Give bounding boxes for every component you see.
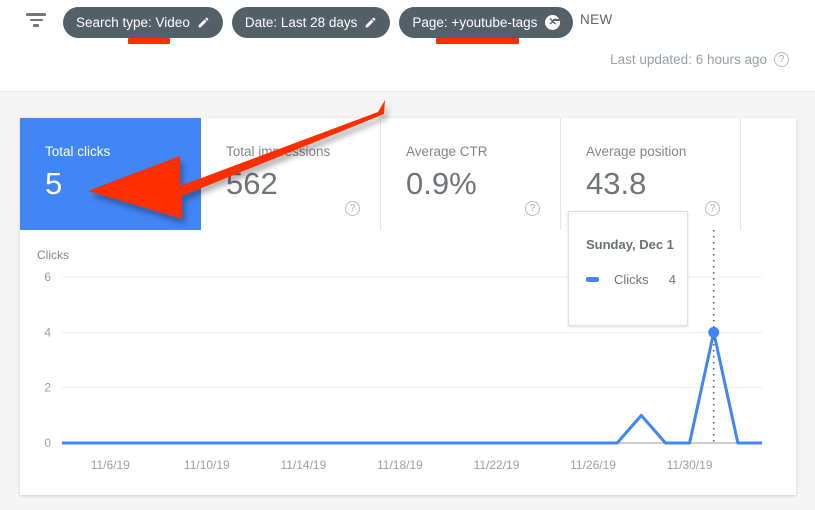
pencil-icon[interactable]: [197, 16, 210, 29]
svg-text:11/30/19: 11/30/19: [667, 458, 713, 472]
pencil-icon[interactable]: [364, 16, 377, 29]
metric-card-title: Total clicks: [45, 144, 111, 159]
question-mark-icon[interactable]: ?: [166, 201, 181, 216]
metric-card-value: 43.8: [586, 166, 647, 201]
annotation-underline-search-type: [128, 38, 170, 44]
screen: Search type: Video Date: Last 28 days Pa…: [0, 0, 815, 510]
last-updated-status: Last updated: 6 hours ago ?: [610, 52, 789, 67]
metric-card-title: Average CTR: [406, 144, 488, 159]
svg-text:11/6/19: 11/6/19: [91, 458, 130, 472]
svg-text:6: 6: [44, 270, 51, 284]
filter-funnel-icon[interactable]: [22, 13, 50, 33]
metric-card-title: Average position: [586, 144, 687, 159]
metric-card-empty-slot: [741, 118, 796, 230]
metric-card-value: 562: [226, 166, 278, 201]
funnel-bar-1: [26, 13, 46, 16]
svg-text:11/14/19: 11/14/19: [280, 458, 326, 472]
annotation-underline-page: [436, 38, 520, 44]
filter-chip-search-type-label: Search type: Video: [76, 14, 190, 30]
svg-text:11/22/19: 11/22/19: [474, 458, 520, 472]
filter-chip-date-label: Date: Last 28 days: [244, 14, 358, 30]
filter-chip-page-label: Page: +youtube-tags: [412, 14, 538, 30]
metric-card-total-clicks[interactable]: Total clicks 5 ?: [20, 118, 201, 230]
svg-text:11/10/19: 11/10/19: [184, 458, 230, 472]
question-mark-icon[interactable]: ?: [345, 201, 360, 216]
filter-chip-list: Search type: Video Date: Last 28 days Pa…: [63, 7, 574, 44]
funnel-bar-3: [33, 24, 39, 27]
filter-chip-search-type[interactable]: Search type: Video: [63, 7, 223, 44]
plus-icon: [553, 11, 570, 28]
funnel-bar-2: [29, 18, 43, 21]
tooltip-series-row: Clicks 4: [586, 272, 676, 287]
new-filter-button-label: NEW: [580, 12, 613, 27]
metric-card-value: 5: [45, 166, 63, 201]
tooltip-series-name: Clicks: [614, 272, 649, 287]
metric-card-total-impressions[interactable]: Total impressions 562 ?: [201, 118, 381, 230]
svg-text:4: 4: [44, 325, 51, 339]
series-color-swatch-icon: [586, 277, 599, 282]
last-updated-text: Last updated: 6 hours ago: [610, 52, 767, 67]
question-mark-icon[interactable]: ?: [525, 201, 540, 216]
chart-hover-tooltip: Sunday, Dec 1 Clicks 4: [568, 211, 688, 326]
chart-y-axis-label: Clicks: [37, 248, 69, 262]
svg-text:11/18/19: 11/18/19: [377, 458, 423, 472]
tooltip-date: Sunday, Dec 1: [586, 237, 674, 252]
filter-chip-page[interactable]: Page: +youtube-tags ✕: [399, 7, 574, 44]
filter-toolbar: Search type: Video Date: Last 28 days Pa…: [0, 0, 815, 92]
filter-chip-date[interactable]: Date: Last 28 days: [231, 7, 391, 38]
tooltip-series-value: 4: [668, 272, 676, 287]
question-mark-icon[interactable]: ?: [774, 52, 789, 67]
metric-card-value: 0.9%: [406, 166, 477, 201]
svg-text:11/26/19: 11/26/19: [570, 458, 616, 472]
metric-card-average-ctr[interactable]: Average CTR 0.9% ?: [381, 118, 561, 230]
performance-panel: Total clicks 5 ? Total impressions 562 ?…: [20, 118, 796, 495]
metric-card-title: Total impressions: [226, 144, 331, 159]
question-mark-icon[interactable]: ?: [705, 201, 720, 216]
new-filter-button[interactable]: NEW: [553, 11, 613, 28]
svg-text:2: 2: [44, 381, 51, 395]
svg-text:0: 0: [44, 436, 51, 450]
